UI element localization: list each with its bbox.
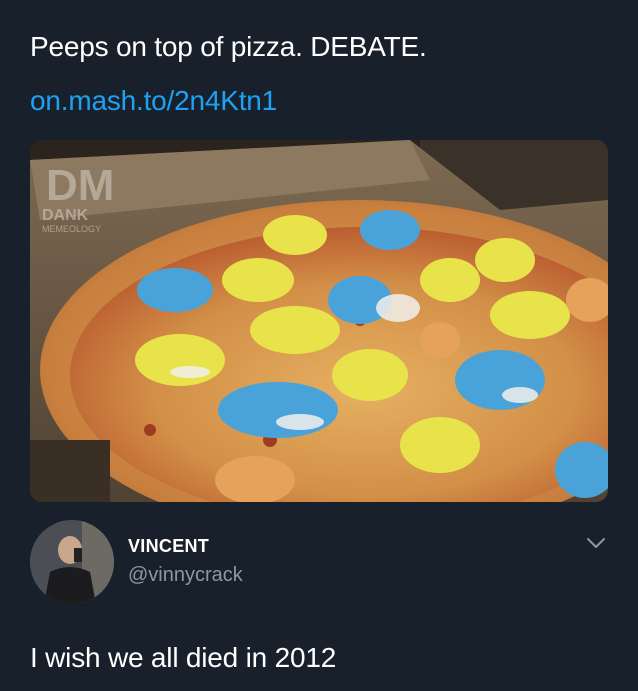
watermark-mark: DM [46,161,114,210]
tweet-link[interactable]: on.mash.to/2n4Ktn1 [30,82,277,120]
avatar[interactable] [30,520,114,604]
chevron-down-icon[interactable] [586,536,606,550]
reply-text: I wish we all died in 2012 [30,642,337,673]
watermark-bottom: MEMEOLOGY [42,224,101,234]
tweet-text: Peeps on top of pizza. DEBATE. [30,31,427,62]
avatar-photo [30,520,114,604]
pizza-peeps-photo: DM DANK MEMEOLOGY [30,140,608,502]
watermark-top: DANK [42,207,89,224]
author-handle[interactable]: @vinnycrack [128,564,243,587]
author-row[interactable]: VINCENT @vinnycrack [30,518,620,608]
author-name[interactable]: VINCENT [128,536,209,557]
tweet-media-image[interactable]: DM DANK MEMEOLOGY [30,140,608,502]
